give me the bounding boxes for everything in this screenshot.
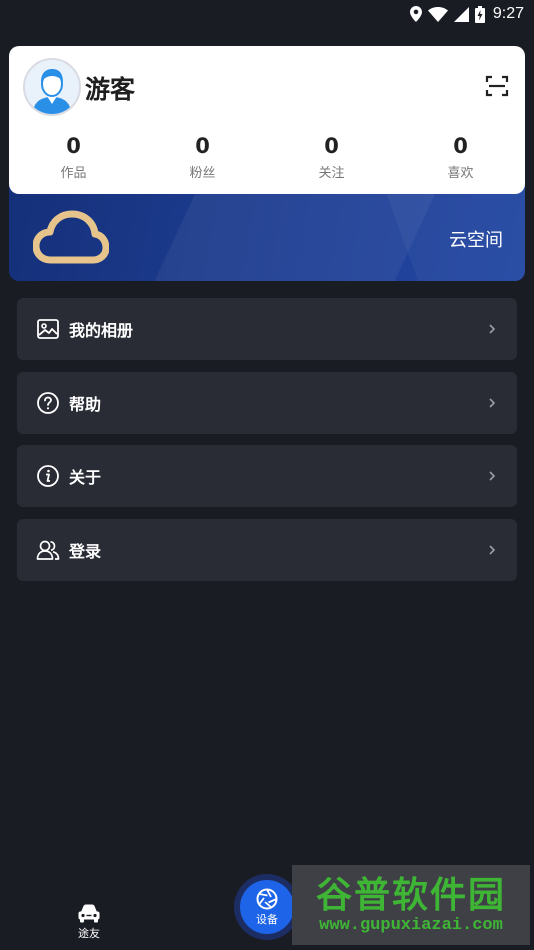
- profile-card: 游客 0 作品 0 粉丝 0 关注 0 喜欢: [9, 46, 525, 194]
- menu-label: 帮助: [69, 395, 102, 414]
- signal-icon: [453, 6, 469, 22]
- cloud-icon: [33, 210, 109, 264]
- info-icon: [37, 465, 59, 487]
- watermark-title: 谷普软件园: [315, 874, 506, 916]
- chevron-right-icon: [489, 545, 496, 555]
- stat-following[interactable]: 0 关注: [267, 134, 396, 184]
- scan-icon[interactable]: [485, 74, 509, 98]
- help-icon: [37, 392, 59, 414]
- menu-item-help[interactable]: 帮助: [17, 372, 517, 434]
- status-bar: 9:27: [0, 0, 534, 28]
- avatar[interactable]: [23, 58, 81, 116]
- menu-item-album[interactable]: 我的相册: [17, 298, 517, 360]
- chevron-right-icon: [489, 398, 496, 408]
- user-avatar-icon: [25, 60, 79, 114]
- stat-value: 0: [453, 134, 468, 158]
- watermark: 谷普软件园 www.gupuxiazai.com: [292, 865, 530, 945]
- cloud-space-label: 云空间: [449, 230, 503, 251]
- stat-works[interactable]: 0 作品: [9, 134, 138, 184]
- wifi-icon: [427, 6, 448, 22]
- stat-label: 关注: [318, 166, 345, 181]
- menu-item-login[interactable]: 登录: [17, 519, 517, 581]
- stat-value: 0: [324, 134, 339, 158]
- menu-label: 关于: [69, 468, 102, 487]
- watermark-url: www.gupuxiazai.com: [319, 915, 503, 935]
- chevron-right-icon: [489, 324, 496, 334]
- device-button-inner: 设备: [240, 880, 294, 934]
- car-icon: [78, 904, 100, 923]
- stat-value: 0: [66, 134, 81, 158]
- menu-label: 我的相册: [69, 321, 134, 340]
- nav-tab-label: 途友: [78, 927, 100, 940]
- device-label: 设备: [256, 912, 278, 926]
- chevron-right-icon: [489, 471, 496, 481]
- stat-value: 0: [195, 134, 210, 158]
- image-icon: [37, 319, 59, 339]
- profile-stats: 0 作品 0 粉丝 0 关注 0 喜欢: [9, 134, 525, 184]
- camera-shutter-icon: [256, 888, 278, 909]
- menu-label: 登录: [69, 542, 102, 561]
- stat-label: 喜欢: [447, 166, 474, 181]
- battery-icon: [474, 5, 485, 23]
- status-time: 9:27: [492, 5, 524, 22]
- stat-fans[interactable]: 0 粉丝: [138, 134, 267, 184]
- stat-likes[interactable]: 0 喜欢: [396, 134, 525, 184]
- stat-label: 作品: [60, 166, 87, 181]
- username: 游客: [85, 75, 136, 104]
- menu-item-about[interactable]: 关于: [17, 445, 517, 507]
- device-button[interactable]: 设备: [234, 874, 300, 940]
- stat-label: 粉丝: [189, 166, 216, 181]
- users-icon: [36, 540, 60, 560]
- location-icon: [409, 6, 422, 22]
- nav-tab-friends[interactable]: 途友: [66, 903, 112, 947]
